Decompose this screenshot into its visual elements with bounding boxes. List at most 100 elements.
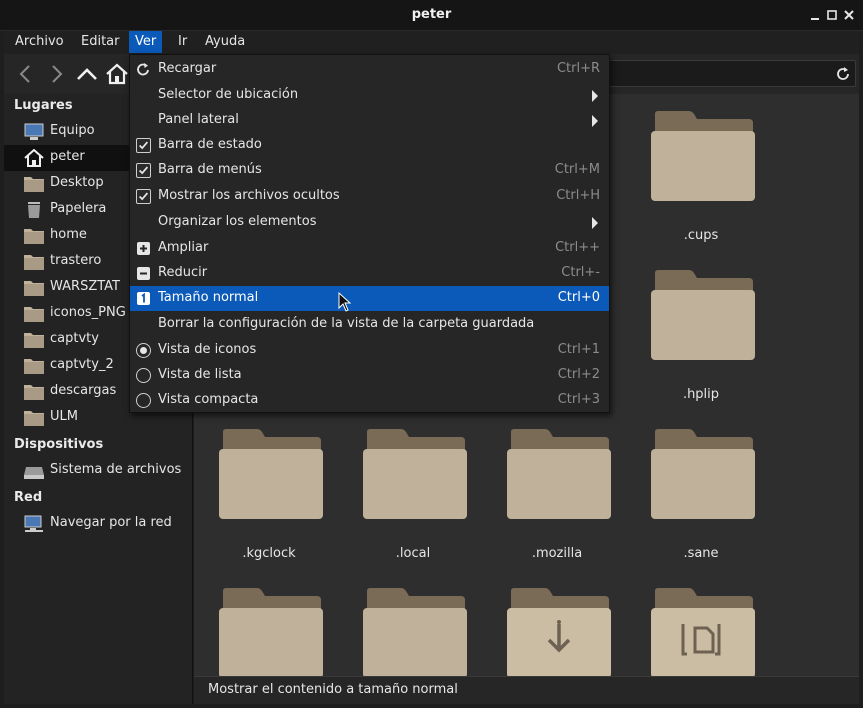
file-name: .kgclock (242, 546, 296, 561)
home-icon[interactable] (105, 62, 129, 86)
menu-item-accel: Ctrl+0 (557, 290, 600, 305)
menu-item-vista-compacta[interactable]: Vista compacta Ctrl+3 (130, 388, 609, 413)
file-name: .cups (683, 228, 719, 243)
menu-item-accel: Ctrl+3 (557, 392, 600, 407)
folder-icon (651, 111, 755, 201)
menu-item-barra-de-estado[interactable]: Barra de estado (130, 133, 609, 158)
close-icon[interactable] (843, 9, 855, 21)
status-bar: Mostrar el contenido a tamaño normal (194, 676, 859, 704)
sidebar-heading-dispositivos: Dispositivos (14, 437, 104, 452)
folder-item[interactable] (204, 586, 334, 676)
folder-item[interactable] (636, 586, 766, 676)
sidebar-item-sistema-de-archivos[interactable]: Sistema de archivos (4, 458, 192, 484)
sidebar-item-label: captvty_2 (50, 357, 114, 372)
menu-ayuda[interactable]: Ayuda (199, 31, 251, 53)
minimize-icon[interactable] (809, 9, 821, 21)
reload-icon[interactable] (835, 66, 851, 82)
documents-folder-icon (651, 588, 755, 676)
menu-item-reducir[interactable]: Reducir Ctrl+- (130, 261, 609, 286)
menu-archivo[interactable]: Archivo (9, 31, 70, 53)
folder-icon (651, 270, 755, 360)
folder-icon (24, 385, 44, 400)
sidebar-item-label: WARSZTAT (50, 279, 120, 294)
menu-item-ampliar[interactable]: Ampliar Ctrl++ (130, 236, 609, 261)
folder-item[interactable]: .local (348, 427, 478, 577)
folder-icon (219, 588, 323, 676)
forward-icon[interactable] (44, 62, 68, 86)
folder-item[interactable] (348, 586, 478, 676)
sidebar-item-label: captvty (50, 331, 99, 346)
sidebar-item-label: Equipo (50, 123, 95, 138)
location-bar[interactable] (594, 60, 856, 87)
menu-item-label: Reducir (158, 265, 208, 280)
checkbox-checked-icon (136, 189, 151, 204)
back-icon[interactable] (14, 62, 38, 86)
folder-item[interactable]: .mozilla (492, 427, 622, 577)
menu-item-barra-de-menus[interactable]: Barra de menús Ctrl+M (130, 158, 609, 183)
drive-icon (24, 467, 44, 479)
menu-item-label: Barra de estado (158, 137, 262, 152)
sidebar-item-label: Navegar por la red (50, 515, 172, 530)
maximize-icon[interactable] (826, 9, 838, 21)
sidebar-item-label: home (50, 227, 87, 242)
zoom-in-icon (137, 242, 150, 255)
menu-item-vista-de-lista[interactable]: Vista de lista Ctrl+2 (130, 363, 609, 388)
menu-item-label: Vista de lista (158, 367, 242, 382)
menu-item-tamano-normal[interactable]: Tamaño normal Ctrl+0 (130, 286, 609, 311)
menu-item-accel: Ctrl+R (556, 61, 600, 76)
menu-item-label: Panel lateral (158, 112, 239, 127)
folder-icon (651, 429, 755, 519)
menu-ver[interactable]: Ver (129, 31, 163, 53)
menu-ir[interactable]: Ir (172, 31, 193, 53)
menu-item-label: Recargar (158, 61, 217, 76)
mouse-cursor-icon (338, 292, 352, 312)
sidebar-item-navegar-por-la-red[interactable]: Navegar por la red (4, 511, 192, 537)
folder-item[interactable]: .sane (636, 427, 766, 577)
menu-item-panel-lateral[interactable]: Panel lateral (130, 108, 609, 133)
menu-item-recargar[interactable]: Recargar Ctrl+R (130, 57, 609, 82)
menu-item-accel: Ctrl+2 (557, 367, 600, 382)
folder-item[interactable]: .cups (636, 109, 766, 259)
download-folder-icon (507, 588, 611, 676)
submenu-arrow-icon (592, 217, 598, 229)
sidebar-item-label: Desktop (50, 175, 104, 190)
zoom-normal-icon (137, 292, 150, 305)
submenu-arrow-icon (592, 90, 598, 102)
menu-item-label: Borrar la configuración de la vista de l… (158, 316, 535, 331)
reload-icon (137, 63, 149, 76)
menu-item-label: Vista de iconos (158, 342, 257, 357)
view-menu-dropdown: Recargar Ctrl+R Selector de ubicación Pa… (129, 54, 610, 413)
menu-item-vista-de-iconos[interactable]: Vista de iconos Ctrl+1 (130, 338, 609, 363)
menu-item-organizar-elementos[interactable]: Organizar los elementos (130, 210, 609, 235)
folder-item[interactable] (492, 586, 622, 676)
folder-icon (24, 359, 44, 374)
folder-item[interactable]: .kgclock (204, 427, 334, 577)
folder-icon (219, 429, 323, 519)
menu-item-accel: Ctrl+H (556, 188, 600, 203)
menu-editar[interactable]: Editar (75, 31, 126, 53)
menu-item-selector-de-ubicacion[interactable]: Selector de ubicación (130, 83, 609, 108)
folder-icon (24, 229, 44, 244)
folder-icon (363, 588, 467, 676)
menu-bar: Archivo Editar Ver Ir Ayuda (4, 31, 859, 54)
menu-item-accel: Ctrl+1 (557, 342, 600, 357)
menu-item-label: Organizar los elementos (158, 214, 317, 229)
up-icon[interactable] (75, 62, 99, 86)
menu-item-mostrar-ocultos[interactable]: Mostrar los archivos ocultos Ctrl+H (130, 184, 609, 209)
folder-icon (24, 307, 44, 322)
menu-item-label: Mostrar los archivos ocultos (158, 188, 340, 203)
folder-icon (24, 333, 44, 348)
menu-item-label: Selector de ubicación (158, 87, 299, 102)
checkbox-checked-icon (136, 138, 151, 153)
sidebar-item-label: ULM (50, 409, 78, 424)
sidebar-item-label: Papelera (50, 201, 107, 216)
menu-item-label: Ampliar (158, 240, 209, 255)
computer-icon (24, 123, 44, 140)
sidebar-item-label: trastero (50, 253, 102, 268)
file-name: .local (395, 546, 431, 561)
submenu-arrow-icon (592, 115, 598, 127)
folder-item[interactable]: .hplip (636, 268, 766, 418)
menu-item-borrar-configuracion[interactable]: Borrar la configuración de la vista de l… (130, 312, 609, 337)
home-icon (24, 149, 44, 167)
sidebar-item-label: iconos_PNG (50, 305, 126, 320)
